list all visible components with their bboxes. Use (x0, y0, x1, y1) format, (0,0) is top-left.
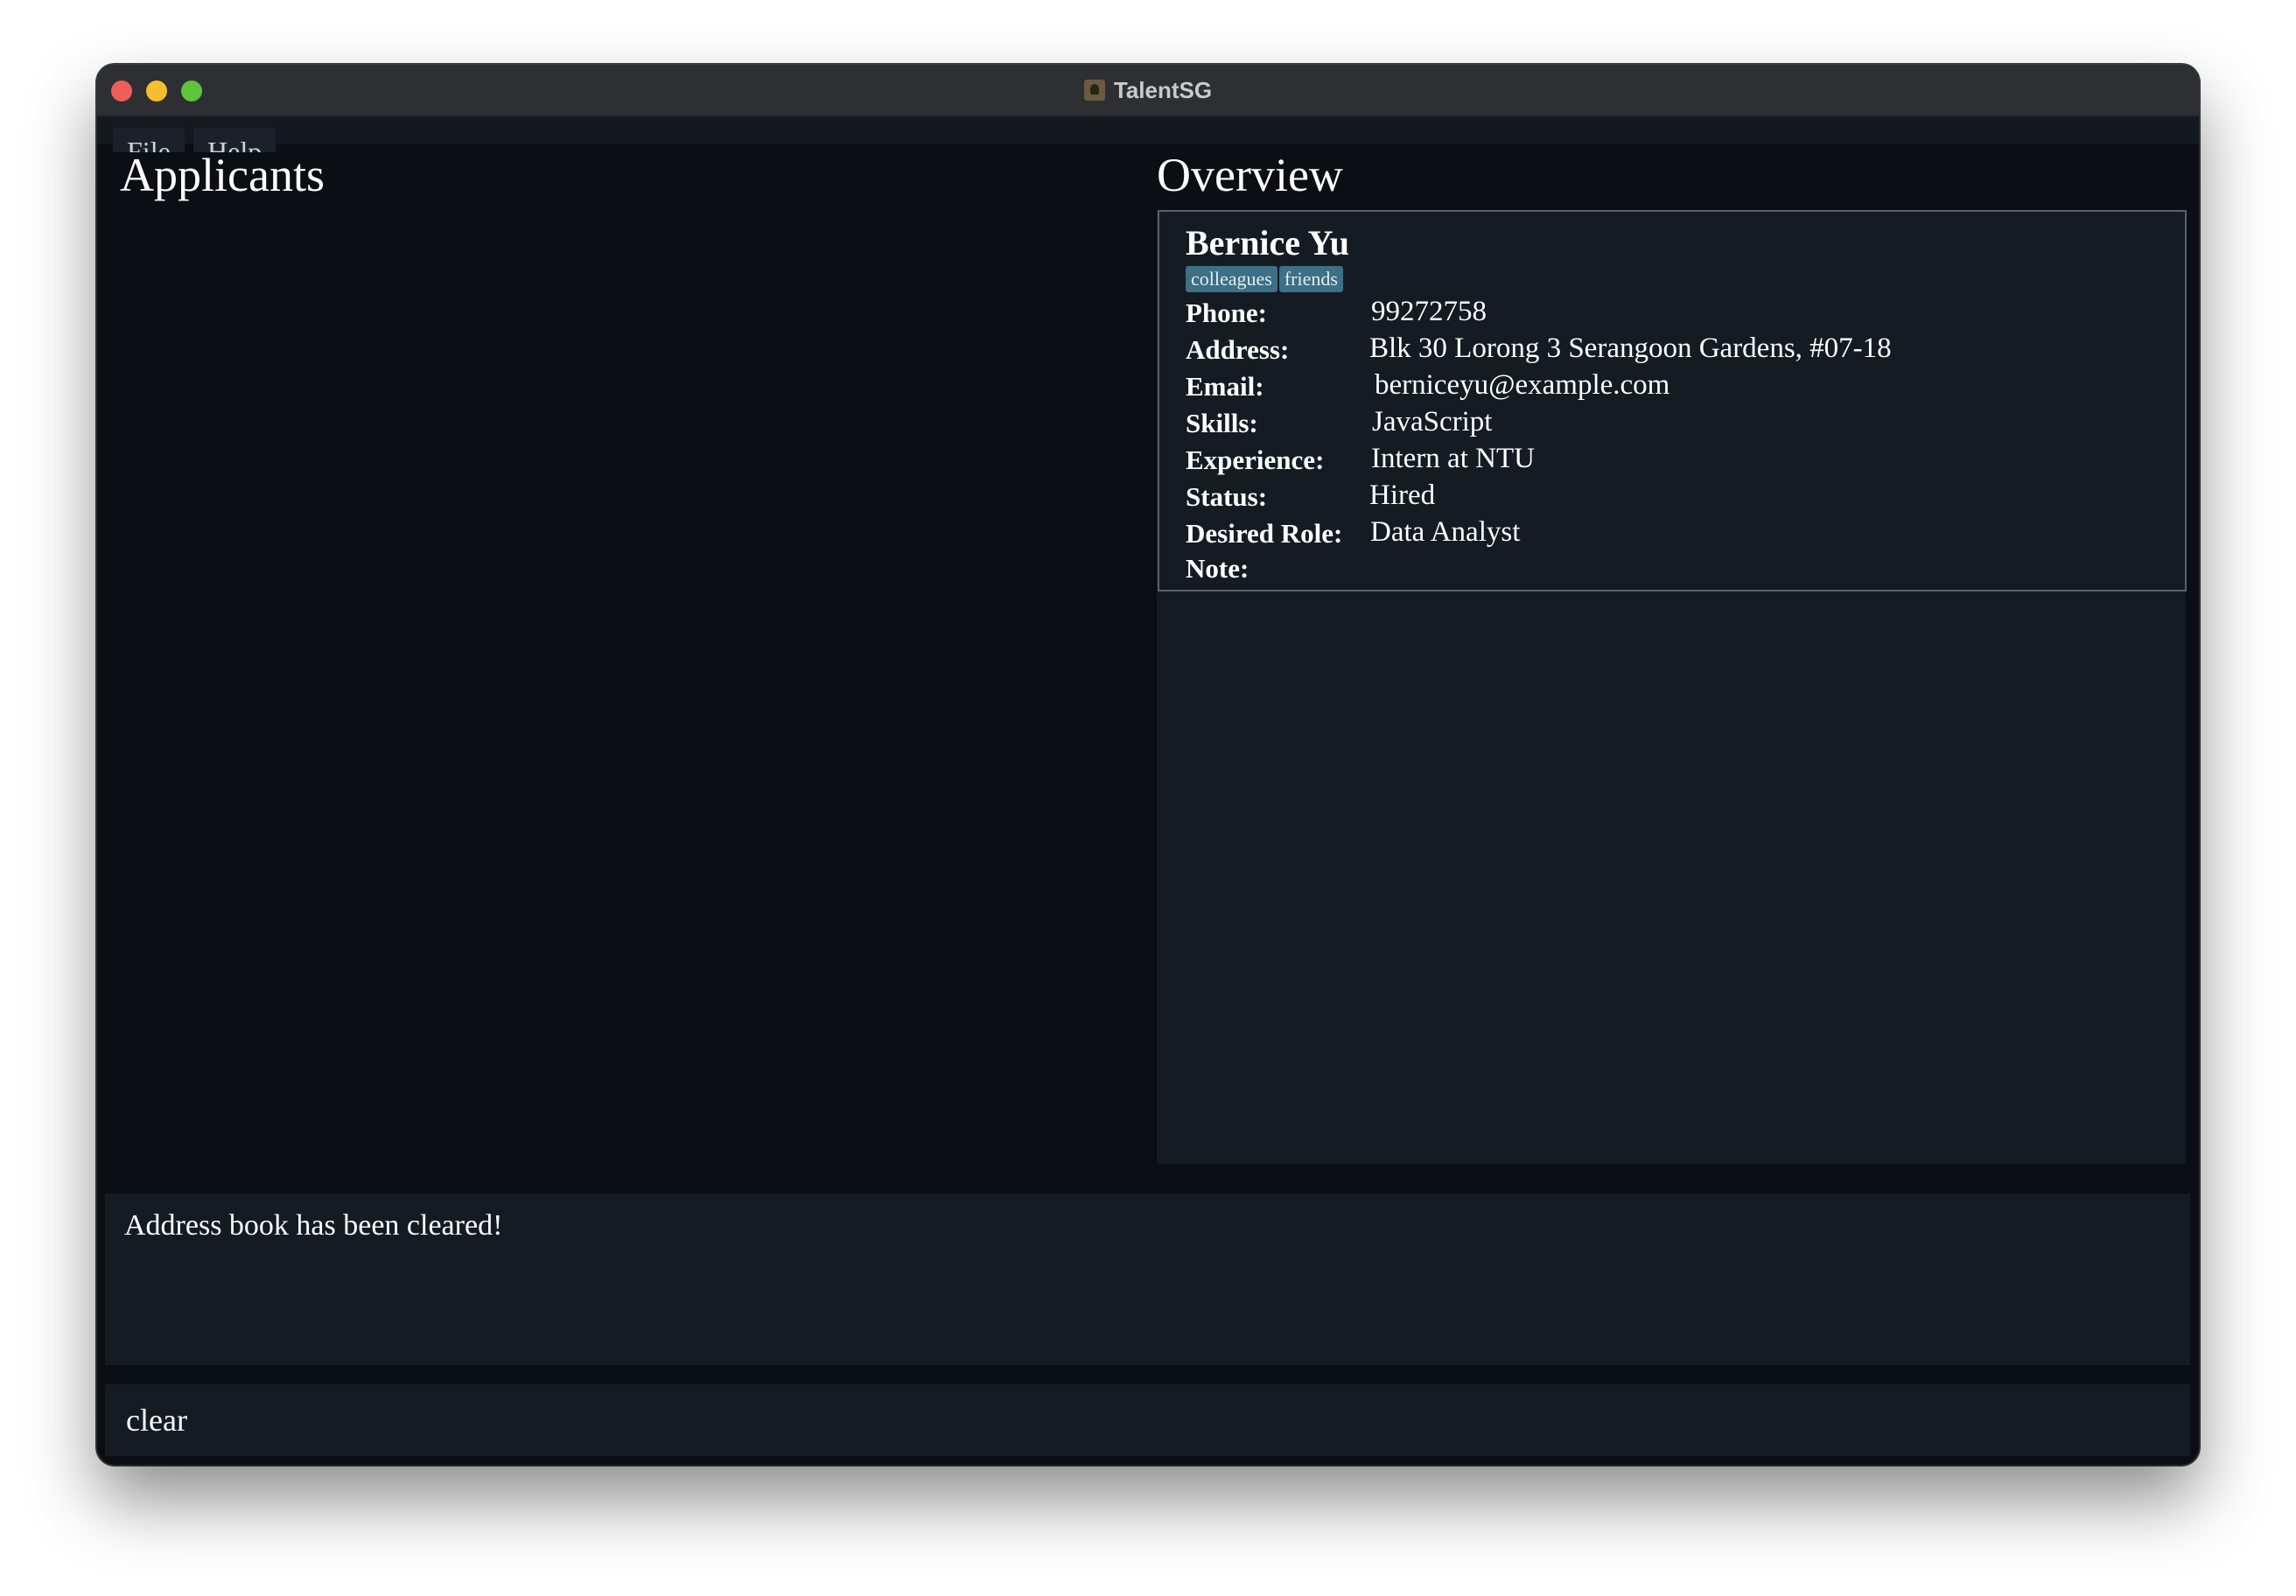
result-display: Address book has been cleared! (105, 1194, 2190, 1365)
experience-label: Experience: (1186, 444, 1325, 475)
address-label: Address: (1186, 334, 1290, 365)
phone-value: 99272758 (1371, 296, 1487, 327)
skills-label: Skills: (1186, 408, 1258, 438)
tag-list: colleagues friends (1186, 266, 1343, 292)
experience-value: Intern at NTU (1371, 443, 1535, 474)
applicant-detail-card: Bernice Yu colleagues friends Phone: 992… (1158, 210, 2187, 592)
overview-heading: Overview (1157, 149, 1343, 201)
note-label: Note: (1186, 553, 1250, 584)
desired-role-value: Data Analyst (1370, 516, 1521, 548)
email-value: berniceyu@example.com (1375, 369, 1670, 401)
title-bar: TalentSG (97, 65, 2199, 117)
app-window: TalentSG File Help Applicants Overview B… (97, 65, 2199, 1465)
app-icon (1083, 80, 1105, 101)
applicants-heading: Applicants (120, 149, 325, 201)
status-label: Status: (1186, 481, 1268, 512)
result-message: Address book has been cleared! (124, 1209, 503, 1242)
applicant-name: Bernice Yu (1186, 223, 1350, 262)
status-value: Hired (1369, 480, 1436, 511)
window-title: TalentSG (1113, 76, 1213, 103)
skills-value: JavaScript (1372, 406, 1493, 438)
phone-label: Phone: (1186, 298, 1267, 328)
menu-bar (97, 117, 2199, 144)
command-input[interactable] (105, 1384, 2190, 1456)
desired-role-label: Desired Role: (1186, 518, 1343, 549)
email-label: Email: (1186, 371, 1264, 402)
tag-friends: friends (1278, 266, 1343, 292)
tag-colleagues: colleagues (1186, 266, 1278, 292)
address-value: Blk 30 Lorong 3 Serangoon Gardens, #07-1… (1369, 332, 1892, 364)
